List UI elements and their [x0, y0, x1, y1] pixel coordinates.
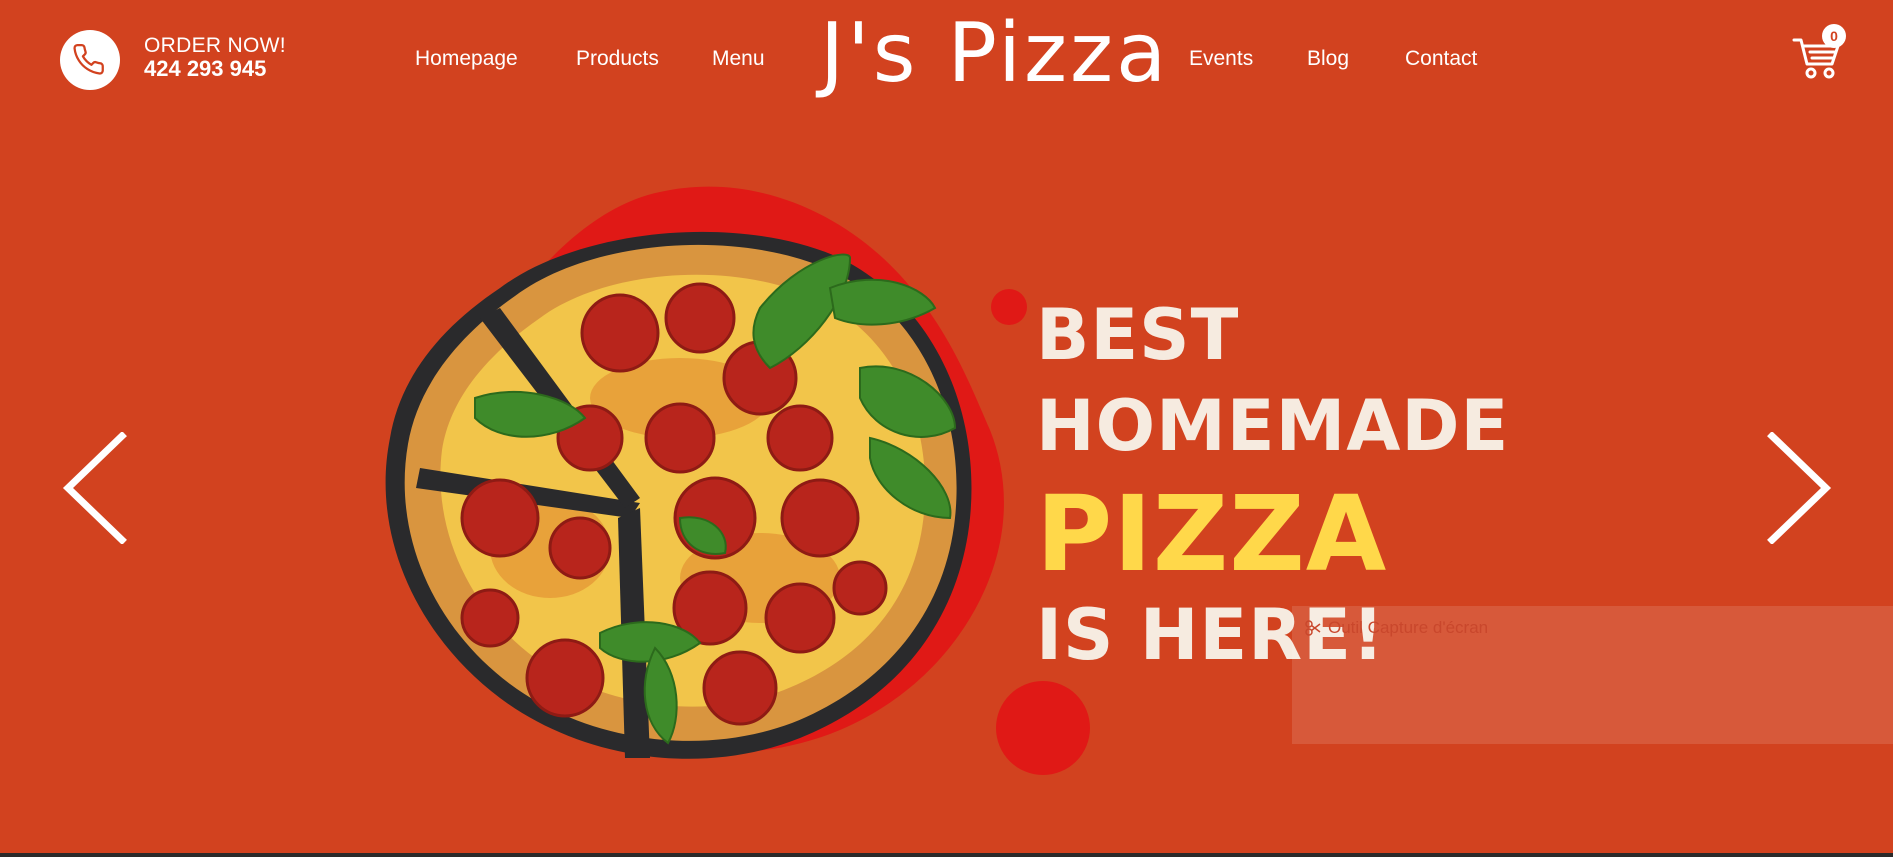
nav-events[interactable]: Events — [1189, 47, 1253, 71]
cart-count-badge: 0 — [1822, 24, 1846, 48]
nav-products[interactable]: Products — [576, 47, 659, 71]
chevron-left-icon[interactable] — [60, 432, 130, 544]
scissors-icon — [1305, 620, 1321, 636]
order-now-label: ORDER NOW! — [144, 34, 286, 57]
bottom-edge-divider — [0, 853, 1893, 857]
page: ORDER NOW! 424 293 945 Homepage Products… — [0, 0, 1893, 857]
hero-headline-line-1: BEST — [1036, 294, 1240, 376]
chevron-right-icon[interactable] — [1764, 432, 1834, 544]
brand-logo[interactable]: J's Pizza — [820, 6, 1169, 101]
hero-headline-line-3: PIZZA — [1036, 473, 1388, 595]
order-now-block[interactable]: ORDER NOW! 424 293 945 — [144, 34, 286, 80]
snipping-tool-title-bar: Outil Capture d'écran — [1304, 618, 1488, 638]
nav-blog[interactable]: Blog — [1307, 47, 1349, 71]
snipping-tool-overlay[interactable]: Outil Capture d'écran — [1292, 606, 1893, 744]
order-phone-number[interactable]: 424 293 945 — [144, 57, 286, 80]
hero-headline-line-2: HOMEMADE — [1036, 385, 1510, 467]
nav-menu[interactable]: Menu — [712, 47, 765, 71]
pizza-image — [385, 231, 972, 759]
snipping-tool-title: Outil Capture d'écran — [1328, 618, 1489, 637]
phone-button[interactable] — [60, 30, 120, 90]
nav-contact[interactable]: Contact — [1405, 47, 1477, 71]
phone-icon — [73, 43, 104, 75]
nav-homepage[interactable]: Homepage — [415, 47, 518, 71]
